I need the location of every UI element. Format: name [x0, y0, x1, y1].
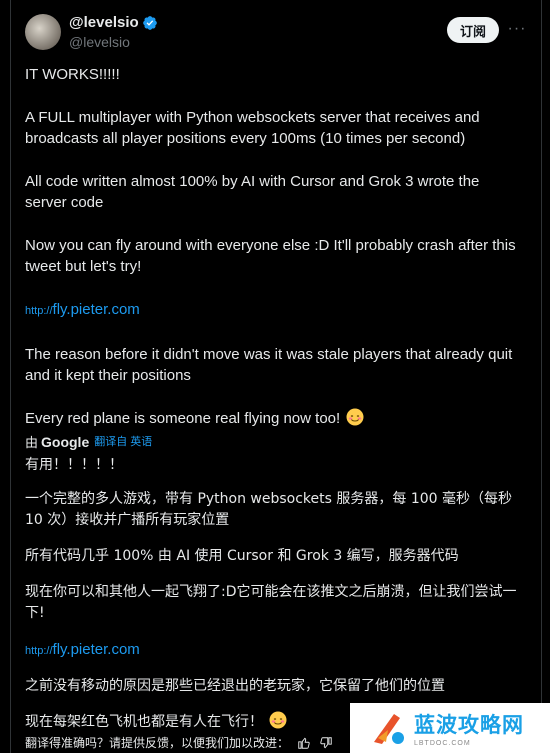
watermark-logo-icon: [374, 714, 404, 744]
thumbs-up-icon[interactable]: [297, 736, 311, 750]
tweet-paragraph-6-row: Every red plane is someone real flying n…: [25, 408, 525, 429]
translated-by-label: 由: [25, 435, 39, 450]
translation-paragraph-3: 所有代码几乎 100% 由 AI 使用 Cursor 和 Grok 3 编写，服…: [25, 548, 459, 564]
tweet-link[interactable]: http://fly.pieter.com: [25, 299, 525, 322]
translation-link-host[interactable]: fly.pieter.com: [53, 641, 140, 658]
translation-paragraph-1: 有用！！！！！: [25, 457, 123, 473]
translation-paragraph-6: 现在每架红色飞机也都是有人在飞行！: [25, 714, 263, 730]
tweet-header: @levelsio @levelsio: [25, 14, 158, 50]
tweet-paragraph-4: Now you can fly around with everyone els…: [25, 237, 516, 275]
tweet-body: IT WORKS!!!!! A FULL multiplayer with Py…: [25, 64, 525, 733]
translated-from-link[interactable]: 翻译自 英语: [94, 432, 152, 453]
google-logo: Google: [41, 434, 90, 450]
smiling-face-icon: [269, 711, 287, 729]
translation-feedback-label: 翻译得准确吗？请提供反馈，以便我们加以改进：: [25, 736, 290, 750]
translation-link-prefix: http://: [25, 645, 53, 657]
smiling-face-icon: [346, 408, 364, 426]
author-name-row[interactable]: @levelsio: [69, 14, 158, 31]
watermark-title: 蓝波攻略网: [414, 713, 524, 737]
thumbs-down-icon[interactable]: [319, 736, 333, 750]
translated-by-row: 由 Google 翻译自 英语: [25, 432, 525, 453]
tweet-paragraph-6: Every red plane is someone real flying n…: [25, 410, 341, 427]
link-host[interactable]: fly.pieter.com: [53, 301, 140, 318]
translation-paragraph-5: 之前没有移动的原因是那些已经退出的老玩家，它保留了他们的位置: [25, 678, 445, 694]
verified-badge-icon: [142, 15, 157, 30]
watermark-text: 蓝波攻略网 LBTDOC.COM: [414, 709, 524, 747]
site-watermark: 蓝波攻略网 LBTDOC.COM: [350, 703, 550, 753]
subscribe-button[interactable]: 订阅: [447, 17, 499, 43]
tweet-paragraph-1: IT WORKS!!!!!: [25, 66, 120, 83]
tweet-paragraph-3: All code written almost 100% by AI with …: [25, 173, 480, 211]
link-prefix: http://: [25, 305, 53, 317]
avatar[interactable]: [25, 14, 61, 50]
translation-paragraph-2: 一个完整的多人游戏，带有 Python websockets 服务器，每 100…: [25, 491, 513, 528]
watermark-subtitle: LBTDOC.COM: [414, 740, 471, 747]
tweet-paragraph-2: A FULL multiplayer with Python websocket…: [25, 109, 480, 147]
author-name[interactable]: @levelsio: [69, 14, 139, 31]
more-options-icon[interactable]: ···: [507, 20, 527, 40]
author-names: @levelsio @levelsio: [69, 14, 158, 50]
translation-link[interactable]: http://fly.pieter.com: [25, 639, 525, 662]
translation-paragraph-4: 现在你可以和其他人一起飞翔了:D它可能会在该推文之后崩溃，但让我们尝试一下!: [25, 584, 517, 621]
author-handle[interactable]: @levelsio: [69, 34, 158, 50]
tweet-paragraph-5: The reason before it didn't move was it …: [25, 346, 513, 384]
translation-feedback-row: 翻译得准确吗？请提供反馈，以便我们加以改进：: [25, 734, 333, 751]
